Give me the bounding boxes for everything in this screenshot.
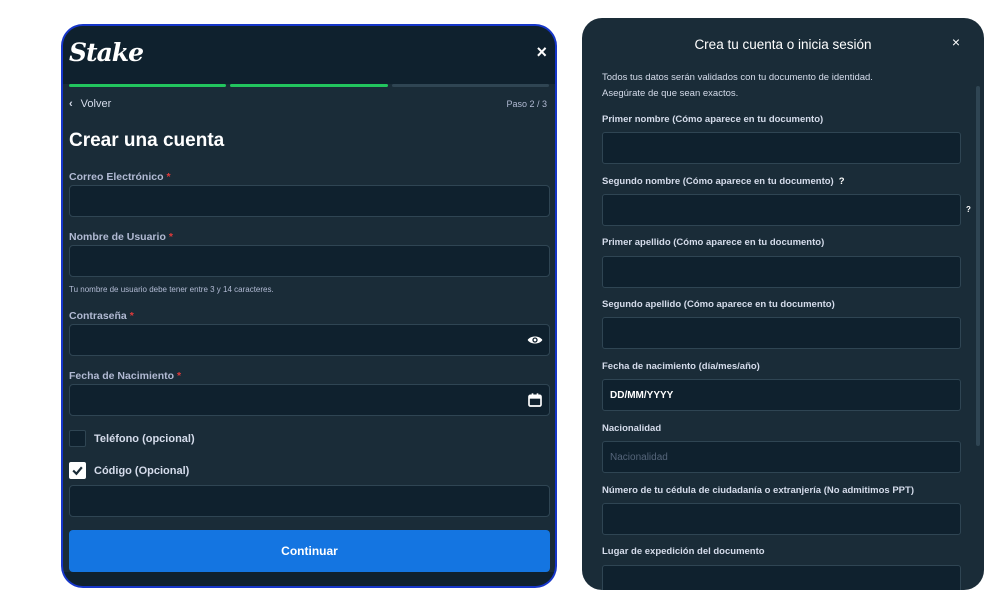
email-label-text: Correo Electrónico <box>69 171 164 183</box>
chevron-left-icon: ‹ <box>69 98 73 110</box>
modal-header: Stake × <box>63 26 555 84</box>
required-mark: * <box>168 231 173 243</box>
required-mark: * <box>177 370 182 382</box>
username-label: Nombre de Usuario * <box>69 231 173 243</box>
required-mark: * <box>166 171 171 183</box>
code-option-label: Código (Opcional) <box>94 464 190 477</box>
birthdate-label-text: Fecha de Nacimiento <box>69 370 175 382</box>
description-line-2: Asegúrate de que sean exactos. <box>602 88 739 99</box>
close-icon[interactable]: × <box>536 43 547 61</box>
password-input[interactable] <box>69 324 550 356</box>
email-input[interactable] <box>69 185 550 217</box>
modal-title: Crea tu cuenta o inicia sesión <box>694 37 872 52</box>
username-label-text: Nombre de Usuario <box>69 231 166 243</box>
id-number-input[interactable] <box>602 503 961 535</box>
code-option[interactable]: Código (Opcional) <box>69 462 189 479</box>
modal-footer-strip <box>63 572 555 586</box>
password-label-text: Contraseña <box>69 310 127 322</box>
birthdate-input[interactable] <box>69 384 550 416</box>
required-mark: * <box>129 310 134 322</box>
first-name-input[interactable] <box>602 132 961 164</box>
first-surname-input[interactable] <box>602 256 961 288</box>
step-indicator: Paso 2 / 3 <box>506 99 547 109</box>
close-icon[interactable]: × <box>952 35 960 49</box>
code-checkbox[interactable] <box>69 462 86 479</box>
calendar-icon[interactable] <box>527 392 543 408</box>
second-name-label-text: Segundo nombre (Cómo aparece en tu docum… <box>602 176 834 187</box>
code-input[interactable] <box>69 485 550 517</box>
second-surname-input[interactable] <box>602 317 961 349</box>
back-label: Volver <box>80 98 112 110</box>
birthdate-label: Fecha de Nacimiento * <box>69 370 181 382</box>
id-number-label: Número de tu cédula de ciudadanía o extr… <box>602 485 914 496</box>
stake-logo: Stake <box>69 38 144 67</box>
help-icon[interactable]: ? <box>839 176 845 187</box>
phone-option[interactable]: Teléfono (opcional) <box>69 430 195 447</box>
first-name-label: Primer nombre (Cómo aparece en tu docume… <box>602 114 824 125</box>
progress-step-2 <box>230 84 388 87</box>
progress-step-1 <box>69 84 227 87</box>
progress-step-3 <box>391 84 549 87</box>
help-icon[interactable]: ? <box>966 205 971 214</box>
second-name-input[interactable] <box>602 194 961 226</box>
modal-description: Todos tus datos serán validados con tu d… <box>602 70 962 102</box>
continue-button[interactable]: Continuar <box>69 530 550 572</box>
step-progress-bar <box>69 84 549 88</box>
page-title: Crear una cuenta <box>69 130 225 151</box>
back-button[interactable]: ‹ Volver <box>69 98 111 110</box>
signup-modal-body: Stake × ‹ Volver Paso 2 / 3 Crear una cu… <box>63 26 555 586</box>
nationality-label: Nacionalidad <box>602 423 662 434</box>
birthdate-label: Fecha de nacimiento (día/mes/año) <box>602 361 760 372</box>
checkmark-icon <box>72 466 83 476</box>
username-hint: Tu nombre de usuario debe tener entre 3 … <box>69 285 274 294</box>
registration-modal-colombia: Crea tu cuenta o inicia sesión × Todos t… <box>582 18 984 590</box>
issue-place-input[interactable] <box>602 565 961 590</box>
phone-checkbox[interactable] <box>69 430 86 447</box>
nationality-select[interactable] <box>602 441 961 473</box>
signup-modal-stake: Stake × ‹ Volver Paso 2 / 3 Crear una cu… <box>61 24 557 588</box>
second-surname-label: Segundo apellido (Cómo aparece en tu doc… <box>602 299 835 310</box>
phone-option-label: Teléfono (opcional) <box>94 432 195 445</box>
issue-place-label: Lugar de expedición del documento <box>602 546 765 557</box>
eye-icon[interactable] <box>527 332 543 348</box>
username-input[interactable] <box>69 245 550 277</box>
password-label: Contraseña * <box>69 310 134 322</box>
email-label: Correo Electrónico * <box>69 171 171 183</box>
birthdate-input[interactable] <box>602 379 961 411</box>
description-line-1: Todos tus datos serán validados con tu d… <box>602 72 873 83</box>
second-name-label: Segundo nombre (Cómo aparece en tu docum… <box>602 176 845 187</box>
scrollbar[interactable] <box>976 86 980 446</box>
first-surname-label: Primer apellido (Cómo aparece en tu docu… <box>602 237 825 248</box>
